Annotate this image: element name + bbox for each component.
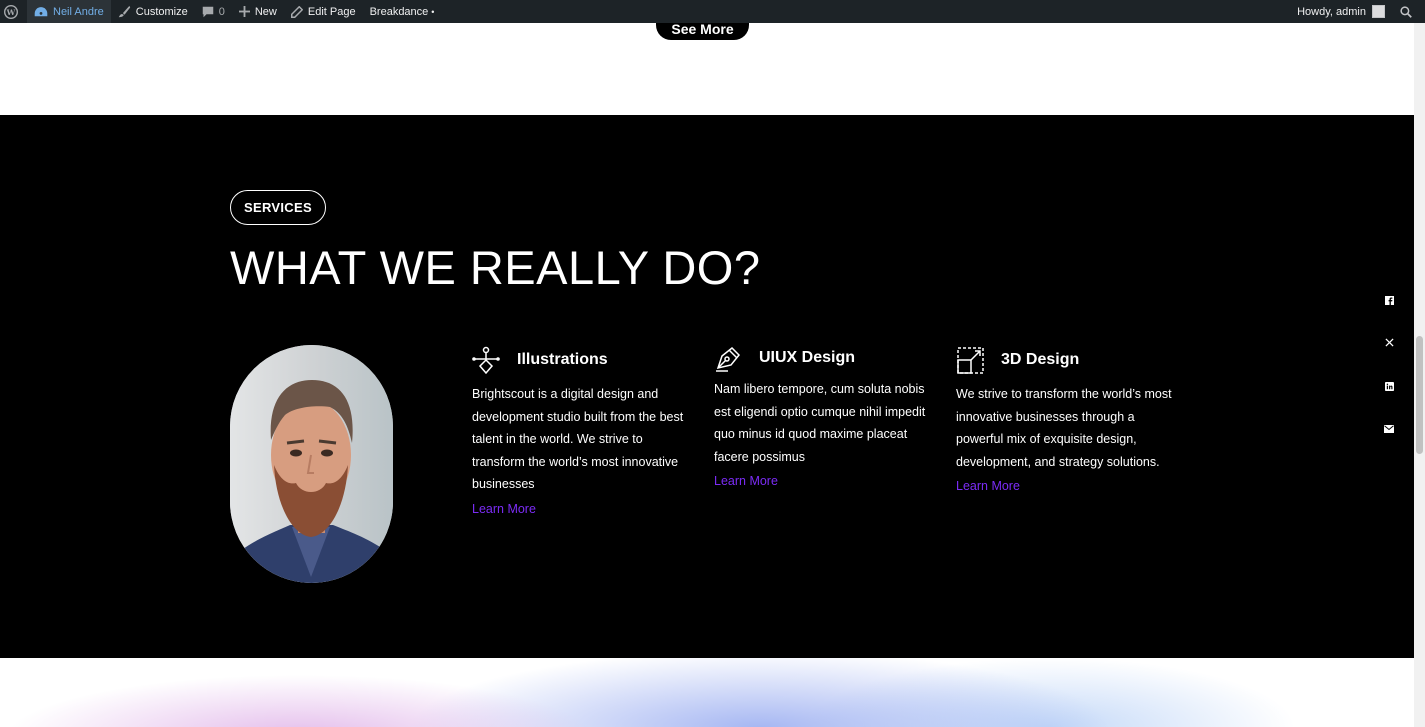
- service-title: UIUX Design: [759, 349, 856, 366]
- brush-icon: [118, 5, 130, 18]
- wordpress-icon: W: [4, 4, 18, 19]
- avatar: [1372, 5, 1385, 18]
- edit-page-label: Edit Page: [307, 5, 356, 18]
- gradient-section: [0, 658, 1414, 727]
- admin-bar: W Neil Andre Customize 0 New Edit Page B…: [0, 0, 1425, 23]
- service-description: Nam libero tempore, cum soluta nobis est…: [714, 382, 926, 464]
- dashboard-icon: [34, 6, 48, 16]
- facebook-icon: [1384, 295, 1394, 305]
- fountain-pen-icon: [716, 346, 741, 372]
- x-link[interactable]: [1383, 336, 1395, 348]
- new-content-button[interactable]: New: [232, 0, 284, 23]
- service-description: Brightscout is a digital design and deve…: [472, 387, 684, 491]
- linkedin-icon: [1384, 381, 1394, 391]
- account-menu[interactable]: Howdy, admin: [1290, 0, 1392, 23]
- scale-box-icon: [957, 347, 984, 374]
- service-card-illustrations: Illustrations Brightscout is a digital d…: [472, 345, 697, 518]
- portrait-image: [230, 345, 393, 583]
- comment-icon: [202, 6, 213, 17]
- plus-icon: [238, 6, 250, 17]
- linkedin-link[interactable]: [1383, 380, 1395, 392]
- email-icon: [1384, 425, 1394, 433]
- breakdance-button[interactable]: Breakdance •: [363, 0, 442, 23]
- service-title: Illustrations: [517, 351, 608, 368]
- site-name-label: Neil Andre: [53, 5, 104, 18]
- service-description: We strive to transform the world’s most …: [956, 387, 1172, 469]
- facebook-link[interactable]: [1383, 294, 1395, 306]
- scrollbar-thumb[interactable]: [1416, 336, 1423, 454]
- page-scrollbar[interactable]: [1414, 23, 1425, 727]
- learn-more-link[interactable]: Learn More: [472, 502, 536, 516]
- wordpress-logo-button[interactable]: W: [0, 0, 27, 23]
- email-link[interactable]: [1383, 423, 1395, 435]
- comments-button[interactable]: 0: [195, 0, 232, 23]
- breakdance-status-dot: •: [431, 6, 435, 17]
- new-label: New: [254, 5, 277, 18]
- services-pill: SERVICES: [230, 190, 326, 225]
- breakdance-label: Breakdance: [369, 5, 429, 18]
- section-headline: WHAT WE REALLY DO?: [230, 241, 761, 294]
- previous-section: See More: [0, 18, 1414, 115]
- howdy-label: Howdy, admin: [1297, 5, 1366, 18]
- service-card-3d: 3D Design We strive to transform the wor…: [956, 345, 1181, 495]
- service-title: 3D Design: [1001, 351, 1080, 368]
- customize-button[interactable]: Customize: [111, 0, 195, 23]
- search-icon: [1400, 5, 1412, 18]
- learn-more-link[interactable]: Learn More: [956, 479, 1020, 493]
- service-card-uiux: UIUX Design Nam libero tempore, cum solu…: [714, 343, 939, 490]
- search-button[interactable]: [1392, 0, 1425, 23]
- edit-page-button[interactable]: Edit Page: [284, 0, 363, 23]
- learn-more-link[interactable]: Learn More: [714, 474, 778, 488]
- svg-text:W: W: [6, 7, 16, 16]
- services-section: SERVICES WHAT WE REALLY DO? Illustration…: [0, 115, 1414, 658]
- customize-label: Customize: [135, 5, 188, 18]
- site-name-menu[interactable]: Neil Andre: [27, 0, 111, 23]
- pen-tool-icon: [472, 346, 500, 374]
- pencil-icon: [290, 5, 303, 18]
- comments-count: 0: [218, 5, 225, 18]
- x-icon: [1384, 337, 1394, 347]
